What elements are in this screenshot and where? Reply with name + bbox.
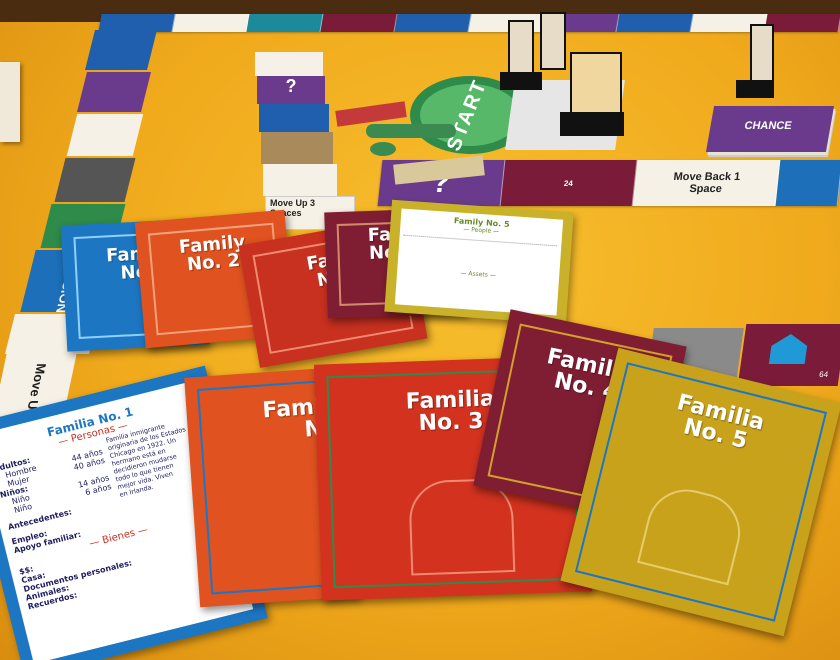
player-pawn[interactable] <box>540 12 566 70</box>
move-back-label: Move Back 1 Space <box>672 171 741 195</box>
family-silhouette-icon <box>408 477 516 576</box>
square-64: 64 <box>818 370 829 379</box>
card-stack[interactable] <box>0 62 20 142</box>
token-pile[interactable] <box>335 100 496 190</box>
move-left-label: Move U <box>24 363 50 410</box>
chance-deck[interactable]: CHANCE <box>705 106 835 152</box>
top-path-strip <box>98 14 840 32</box>
square-24: 24 <box>563 178 574 188</box>
player-pawn[interactable] <box>570 52 622 120</box>
player-pawn[interactable] <box>750 24 774 88</box>
info-card-back[interactable]: Family No. 5 — People — — Assets — <box>384 199 574 325</box>
player-pawn[interactable] <box>508 20 534 80</box>
board-game-scene: DECISION Move U ? Move Up 3 Spaces START… <box>0 0 840 660</box>
chance-label: CHANCE <box>743 120 793 132</box>
